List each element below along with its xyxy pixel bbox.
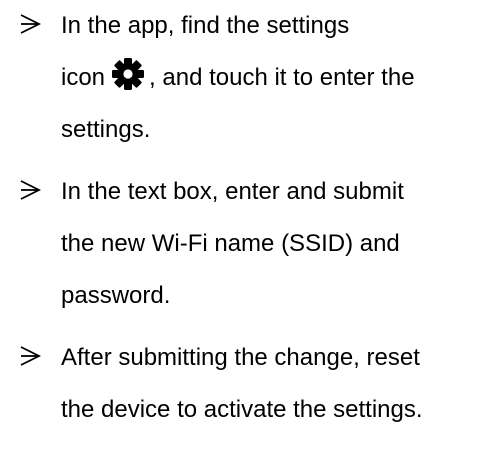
instruction-line: the device to activate the settings.	[61, 396, 423, 423]
arrow-bullet-icon	[20, 180, 42, 200]
instruction-line: the new Wi-Fi name (SSID) and	[61, 230, 400, 257]
instruction-line: password.	[61, 282, 171, 309]
instruction-line: settings.	[61, 116, 151, 143]
instruction-text: icon	[61, 64, 106, 91]
instruction-list: In the app, find the settings icon , and…	[0, 0, 481, 436]
instruction-line: After submitting the change, reset	[61, 344, 420, 371]
instruction-line: In the text box, enter and submit	[61, 178, 404, 205]
instruction-item-enter-wifi: In the text box, enter and submit the ne…	[0, 166, 481, 322]
arrow-bullet-icon	[20, 346, 42, 366]
instruction-line: In the app, find the settings	[61, 12, 350, 39]
instruction-item-open-settings: In the app, find the settings icon , and…	[0, 0, 481, 156]
instruction-line-with-icon: icon , and touch it to enter the	[61, 52, 481, 104]
instruction-text: , and touch it to enter the	[149, 64, 415, 91]
gear-icon	[112, 58, 145, 90]
instructions-page: In the app, find the settings icon , and…	[0, 0, 481, 475]
instruction-item-reset-device: After submitting the change, reset the d…	[0, 332, 481, 436]
arrow-bullet-icon	[20, 14, 42, 34]
